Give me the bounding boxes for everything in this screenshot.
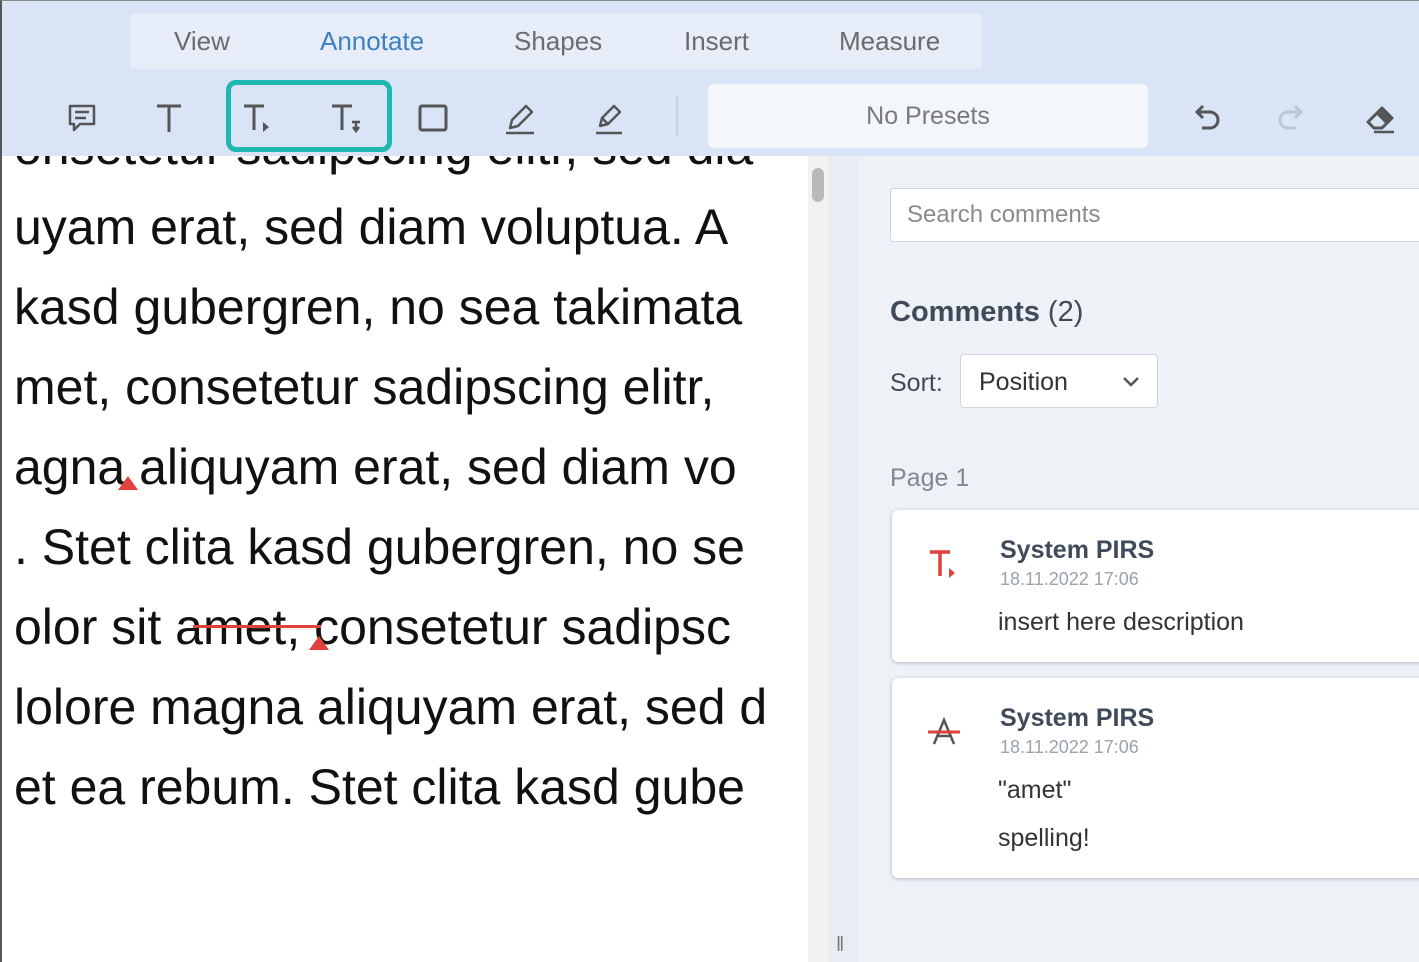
ribbon-tabs: View Annotate Shapes Insert Measure	[130, 13, 982, 69]
eraser-icon	[1366, 106, 1394, 134]
insert-text-icon	[244, 104, 269, 132]
rectangle-tool-button[interactable]	[403, 80, 463, 156]
text-tool-button[interactable]	[139, 80, 199, 156]
document-scrollbar[interactable]	[808, 156, 828, 962]
redo-button[interactable]	[1262, 80, 1322, 156]
comment-author: System PIRS	[1000, 704, 1155, 732]
document-line: et ea rebum. Stet clita kasd gube	[14, 759, 745, 815]
comment-icon	[68, 104, 96, 132]
document-line: . Stet clita kasd gubergren, no se	[14, 519, 745, 575]
strikeout-annotation-marker[interactable]	[309, 636, 329, 650]
sort-label: Sort:	[890, 369, 943, 397]
comment-tool-button[interactable]	[52, 80, 112, 156]
pen-tool-button[interactable]	[490, 80, 550, 156]
comments-panel: Comments (2) Sort: Position Page 1 Syste…	[858, 156, 1419, 962]
tab-annotate[interactable]: Annotate	[320, 13, 424, 69]
redo-icon	[1278, 104, 1304, 130]
comment-card[interactable]: System PIRS 18.11.2022 17:06 insert here…	[892, 510, 1419, 662]
scrollbar-thumb[interactable]	[812, 168, 824, 202]
comment-text: insert here description	[998, 608, 1244, 636]
document-line: olor sit amet, consetetur sadipsc	[14, 599, 731, 655]
toolbar-separator	[676, 96, 678, 136]
undo-button[interactable]	[1176, 80, 1236, 156]
document-line: kasd gubergren, no sea takimata	[14, 279, 743, 335]
document-line: onsetetur sadipscing elitr, sed dia	[14, 156, 753, 176]
comments-count: (2)	[1047, 296, 1084, 328]
insert-text-annotation-marker[interactable]	[118, 476, 138, 490]
comments-label: Comments	[890, 296, 1040, 328]
text-icon	[157, 104, 181, 132]
replace-text-tool-button[interactable]	[316, 80, 376, 156]
insert-text-icon	[930, 550, 955, 578]
highlighter-tool-button[interactable]	[578, 80, 638, 156]
presets-dropdown[interactable]: No Presets	[708, 84, 1148, 148]
comment-author: System PIRS	[1000, 536, 1155, 564]
comment-card[interactable]: System PIRS 18.11.2022 17:06 "amet" spel…	[892, 678, 1419, 878]
document-line: uyam erat, sed diam voluptua. A	[14, 199, 729, 255]
strikeout-icon	[928, 716, 960, 745]
strikeout-annotation[interactable]	[193, 625, 321, 628]
tab-insert[interactable]: Insert	[684, 13, 749, 69]
rectangle-icon	[418, 104, 448, 132]
comment-quote: "amet"	[998, 776, 1072, 804]
resize-handle-icon[interactable]: ‖	[836, 934, 844, 957]
comments-heading: Comments (2)	[890, 296, 1083, 329]
insert-text-tool-button[interactable]	[228, 80, 288, 156]
comment-text: spelling!	[998, 824, 1090, 852]
comment-date: 18.11.2022 17:06	[1000, 569, 1139, 589]
sort-value: Position	[979, 368, 1068, 396]
page-group-label: Page 1	[890, 464, 970, 492]
tab-shapes[interactable]: Shapes	[514, 13, 602, 69]
panel-divider[interactable]	[828, 156, 858, 962]
document-line: lolore magna aliquyam erat, sed d	[14, 679, 768, 735]
undo-icon	[1194, 104, 1220, 130]
document-line: met, consetetur sadipscing elitr,	[14, 359, 715, 415]
replace-text-icon	[332, 104, 360, 134]
tab-view[interactable]: View	[174, 13, 230, 69]
tab-measure[interactable]: Measure	[839, 13, 940, 69]
pen-icon	[506, 104, 534, 135]
search-comments-input[interactable]	[890, 188, 1419, 242]
document-page: onsetetur sadipscing elitr, sed dia uyam…	[0, 156, 828, 962]
comment-date: 18.11.2022 17:06	[1000, 737, 1139, 757]
sort-select[interactable]: Position	[960, 354, 1158, 408]
pdf-viewer-window: View Annotate Shapes Insert Measure No P…	[0, 0, 1419, 962]
chevron-down-icon	[1123, 377, 1139, 387]
eraser-button[interactable]	[1350, 80, 1410, 156]
highlighter-icon	[596, 104, 622, 135]
